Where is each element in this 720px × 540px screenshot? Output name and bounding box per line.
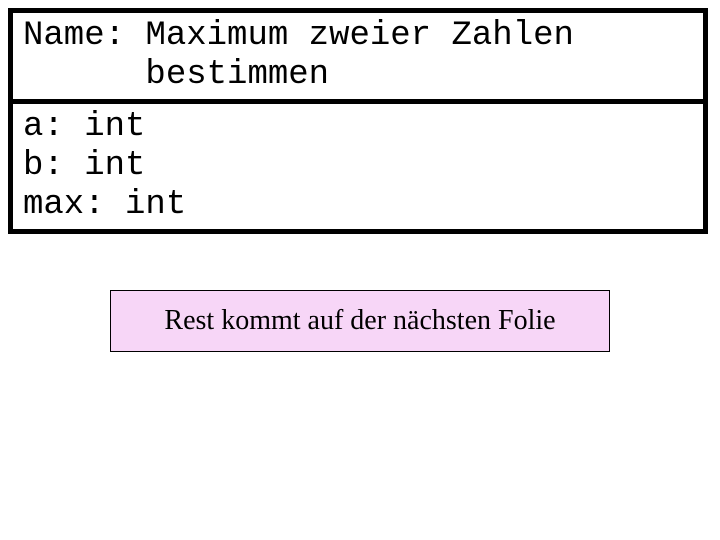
var-max: max: int [23, 186, 693, 225]
note-box: Rest kommt auf der nächsten Folie [110, 290, 610, 352]
definition-box: Name: Maximum zweier Zahlen bestimmen a:… [8, 8, 708, 234]
name-value-line1: Maximum zweier Zahlen [145, 17, 573, 55]
name-value-line2: bestimmen [145, 56, 329, 94]
name-row: Name: Maximum zweier Zahlen bestimmen [13, 13, 703, 104]
slide: Name: Maximum zweier Zahlen bestimmen a:… [0, 0, 720, 540]
name-label: Name: [23, 17, 125, 55]
var-a: a: int [23, 108, 693, 147]
note-text: Rest kommt auf der nächsten Folie [164, 305, 555, 337]
name-line-1: Name: Maximum zweier Zahlen [23, 17, 693, 56]
var-b: b: int [23, 147, 693, 186]
name-line-2: bestimmen [23, 56, 693, 95]
variables-row: a: int b: int max: int [13, 104, 703, 229]
